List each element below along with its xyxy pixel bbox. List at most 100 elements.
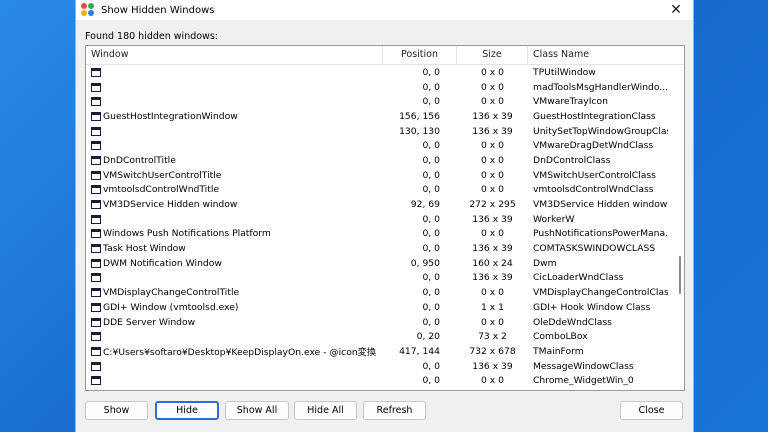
cell-class-name: OleDdeWndClass [533,316,612,328]
scrollbar-thumb[interactable] [679,256,681,294]
cell-window [86,376,383,386]
table-row[interactable]: DDE Server Window 0, 0 0 x 0 OleDdeWndClass [86,315,676,330]
cell-window: DWM Notification Window [86,258,383,269]
cell-window [86,332,383,342]
window-icon [91,273,101,283]
cell-position: 0, 0 [422,301,440,313]
found-count-label: Found 180 hidden windows: [85,31,218,42]
table-row[interactable]: C:¥Users¥softaro¥Desktop¥KeepDisplayOn.e… [86,344,676,359]
cell-position: 156, 156 [399,110,440,122]
cell-class-name: vmtoolsdControlWndClass [533,184,654,196]
window-title-text: Task Host Window [103,243,186,255]
cell-window: DDE Server Window [86,317,383,328]
cell-class-name: DnDControlClass [533,154,611,166]
refresh-button[interactable]: Refresh [363,401,426,420]
cell-class-name: TPUtilWindow [533,66,596,78]
cell-position: 0, 0 [422,154,440,166]
window-icon [91,346,101,356]
table-row[interactable]: Windows Push Notifications Platform 0, 0 0… [86,227,676,242]
cell-class-name: WorkerW [533,213,575,225]
cell-position: 0, 0 [422,316,440,328]
cell-position: 0, 0 [422,140,440,152]
show-button[interactable]: Show [85,401,148,420]
table-row[interactable]: 0, 0 0 x 0 VMwareTrayIcon [86,94,676,109]
cell-position: 0, 0 [422,272,440,284]
table-row[interactable]: GDI+ Window (vmtoolsd.exe) 0, 0 1 x 1 GDI+ … [86,300,676,315]
cell-size: 136 x 39 [472,213,513,225]
cell-window: C:¥Users¥softaro¥Desktop¥KeepDisplayOn.e… [86,344,383,358]
cell-size: 0 x 0 [481,287,504,299]
window-title-text: DWM Notification Window [103,257,222,269]
column-header-position[interactable]: Position [383,46,457,64]
cell-position: 417, 144 [399,345,440,357]
cell-size: 136 x 39 [472,110,513,122]
column-header-size[interactable]: Size [457,46,528,64]
cell-window [86,97,383,107]
cell-position: 0, 0 [422,184,440,196]
table-row[interactable]: Task Host Window 0, 0 136 x 39 COMTASKSWIND… [86,241,676,256]
cell-class-name: GDI+ Hook Window Class [533,301,651,313]
cell-class-name: MessageWindowClass [533,360,634,372]
table-row[interactable]: 0, 0 136 x 39 MessageWindowClass [86,359,676,374]
column-header-class-name[interactable]: Class Name [528,46,668,64]
cell-size: 0 x 0 [481,228,504,240]
cell-position: 0, 0 [422,375,440,387]
cell-class-name: Chrome_WidgetWin_0 [533,375,634,387]
cell-window [86,82,383,92]
cell-position: 0, 20 [416,331,440,343]
cell-class-name: GuestHostIntegrationClass [533,110,656,122]
table-row[interactable]: GuestHostIntegrationWindow 156, 156 136 x … [86,109,676,124]
hide-button[interactable]: Hide [155,401,219,420]
cell-position: 0, 0 [422,243,440,255]
window-icon [91,67,101,77]
table-row[interactable]: 0, 20 73 x 2 ComboLBox [86,329,676,344]
cell-position: 0, 0 [422,287,440,299]
window-title-text: vmtoolsdControlWndTitle [103,184,220,196]
cell-size: 0 x 0 [481,81,504,93]
cell-size: 732 x 678 [469,345,516,357]
table-row[interactable]: 0, 0 136 x 39 CicLoaderWndClass [86,271,676,286]
window-icon [91,214,101,224]
window-title: Show Hidden Windows [101,4,215,16]
table-row[interactable]: DWM Notification Window 0, 950 160 x 24 Dwm [86,256,676,271]
table-row[interactable]: VMSwitchUserControlTitle 0, 0 0 x 0 VMSwitc… [86,168,676,183]
table-row[interactable]: 0, 0 0 x 0 TPUtilWindow [86,65,676,80]
cell-class-name: UnitySetTopWindowGroupClass [533,125,668,137]
table-row[interactable]: 0, 0 136 x 39 WorkerW [86,212,676,227]
close-button[interactable]: Close [620,401,683,420]
cell-position: 0, 0 [422,96,440,108]
table-row[interactable]: DnDControlTitle 0, 0 0 x 0 DnDControlClass [86,153,676,168]
table-row[interactable]: vmtoolsdControlWndTitle 0, 0 0 x 0 vmtoolsd… [86,183,676,198]
table-row[interactable]: 0, 0 0 x 0 madToolsMsgHandlerWindo... [86,80,676,95]
window-icon [91,288,101,298]
column-header-window[interactable]: Window [86,46,383,64]
hide-all-button[interactable]: Hide All [294,401,357,420]
window-icon [91,170,101,180]
window-icon [91,185,101,195]
table-row[interactable]: 0, 0 0 x 0 VMwareDragDetWndClass [86,138,676,153]
table-row[interactable]: 0, 0 0 x 0 Chrome_WidgetWin_0 [86,373,676,388]
cell-window [86,273,383,283]
cell-window: DnDControlTitle [86,155,383,166]
table-row[interactable]: VMDisplayChangeControlTitle 0, 0 0 x 0 VMDi… [86,285,676,300]
cell-position: 92, 69 [410,199,440,211]
window-icon [91,244,101,254]
window-icon [91,376,101,386]
cell-class-name: CicLoaderWndClass [533,272,624,284]
hidden-windows-list[interactable]: Window Position Size Class Name 0, 0 0 x … [85,45,685,391]
cell-size: 160 x 24 [472,257,513,269]
cell-position: 0, 0 [422,169,440,181]
window-icon [91,97,101,107]
show-all-button[interactable]: Show All [225,401,289,420]
cell-size: 136 x 39 [472,243,513,255]
cell-class-name: madToolsMsgHandlerWindo... [533,81,668,93]
table-row[interactable]: VM3DService Hidden window 92, 69 272 x 295… [86,197,676,212]
cell-window: Windows Push Notifications Platform [86,228,383,239]
cell-size: 0 x 0 [481,154,504,166]
close-icon[interactable]: ✕ [665,1,687,19]
cell-size: 0 x 0 [481,96,504,108]
cell-position: 0, 0 [422,66,440,78]
vertical-scrollbar[interactable] [675,65,684,390]
cell-class-name: VM3DService Hidden window [533,199,668,211]
table-row[interactable]: 130, 130 136 x 39 UnitySetTopWindowGroupCl… [86,124,676,139]
